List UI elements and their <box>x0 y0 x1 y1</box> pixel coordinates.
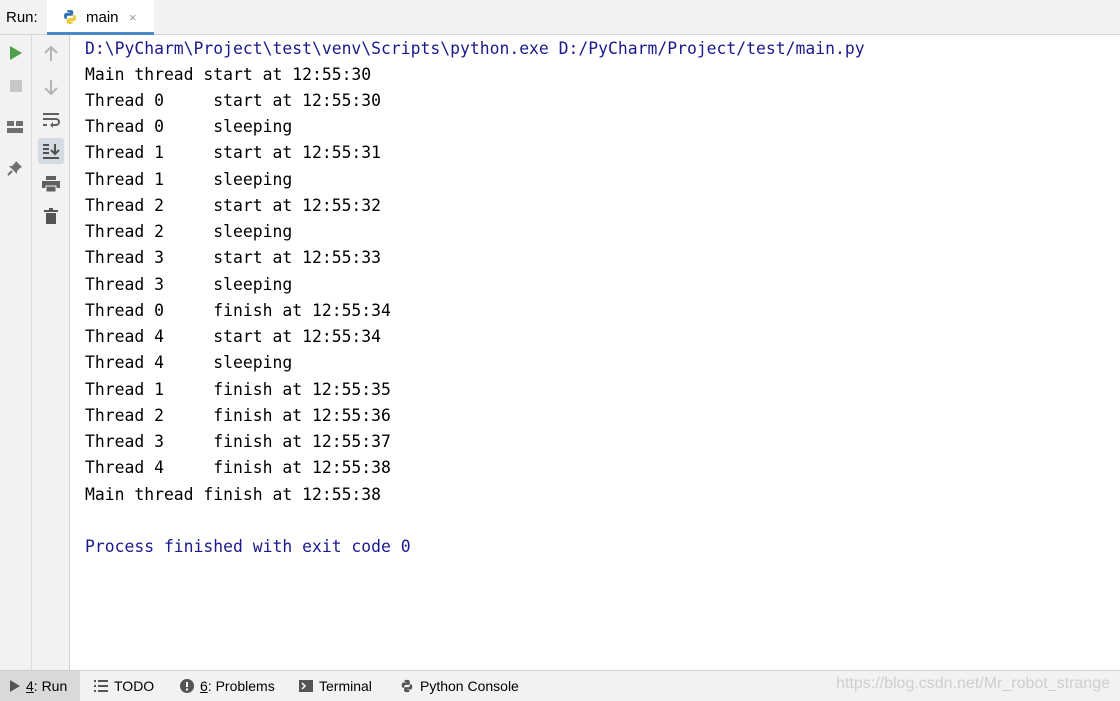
console-command-line: D:\PyCharm\Project\test\venv\Scripts\pyt… <box>85 39 865 58</box>
console-line: Thread 4 sleeping <box>85 353 293 372</box>
tab-run[interactable]: 4: Run <box>0 671 80 701</box>
scroll-to-end-icon[interactable] <box>38 138 64 164</box>
tab-main[interactable]: main × <box>47 0 154 35</box>
tab-problems-label: : Problems <box>207 678 275 694</box>
run-tool-header: Run: main × <box>0 0 1120 35</box>
layout-icon[interactable] <box>2 114 28 140</box>
list-icon <box>94 680 108 692</box>
console-line: Thread 2 start at 12:55:32 <box>85 196 382 215</box>
print-icon[interactable] <box>38 171 64 197</box>
stop-icon[interactable] <box>3 73 29 99</box>
console-line: Thread 3 start at 12:55:33 <box>85 248 382 267</box>
console-line: Thread 1 finish at 12:55:35 <box>85 380 391 399</box>
console-line: Thread 1 start at 12:55:31 <box>85 143 382 162</box>
python-icon <box>400 679 414 693</box>
close-icon[interactable]: × <box>129 10 137 25</box>
run-actions-toolbar <box>0 35 32 670</box>
tab-problems[interactable]: 6: Problems <box>180 671 275 701</box>
console-line: Thread 0 finish at 12:55:34 <box>85 301 391 320</box>
console-line: Thread 2 sleeping <box>85 222 293 241</box>
tab-run-label: : Run <box>33 678 68 694</box>
trash-icon[interactable] <box>38 203 64 229</box>
process-finished-line: Process finished with exit code 0 <box>85 537 411 556</box>
arrow-down-icon[interactable] <box>38 74 64 100</box>
info-icon <box>180 679 194 693</box>
tab-todo-label: TODO <box>114 678 155 694</box>
tab-run-number: 4 <box>26 678 34 694</box>
console-line: Thread 1 sleeping <box>85 170 293 189</box>
run-icon[interactable] <box>3 40 29 66</box>
console-line: Thread 4 start at 12:55:34 <box>85 327 382 346</box>
terminal-icon <box>299 680 313 692</box>
run-label: Run: <box>6 9 38 26</box>
tool-window-bar: 4: Run TODO 6: Problems Terminal Python … <box>0 670 1120 701</box>
tab-problems-number: 6 <box>200 678 208 694</box>
tab-main-label: main <box>86 9 119 26</box>
tab-todo[interactable]: TODO <box>94 671 154 701</box>
tab-python-console[interactable]: Python Console <box>400 671 519 701</box>
pin-icon[interactable] <box>2 155 28 181</box>
tab-terminal[interactable]: Terminal <box>299 671 372 701</box>
console-line: Thread 3 finish at 12:55:37 <box>85 432 391 451</box>
console-line: Thread 4 finish at 12:55:38 <box>85 458 391 477</box>
run-tri-icon <box>10 680 20 692</box>
arrow-up-icon[interactable] <box>38 41 64 67</box>
console-line: Thread 2 finish at 12:55:36 <box>85 406 391 425</box>
console-line: Thread 0 start at 12:55:30 <box>85 91 382 110</box>
console-line: Main thread start at 12:55:30 <box>85 65 372 84</box>
console-line: Thread 0 sleeping <box>85 117 293 136</box>
tab-terminal-label: Terminal <box>319 678 372 694</box>
python-icon <box>62 9 78 25</box>
soft-wrap-icon[interactable] <box>38 107 64 133</box>
console-line: Main thread finish at 12:55:38 <box>85 485 382 504</box>
console-output[interactable]: D:\PyCharm\Project\test\venv\Scripts\pyt… <box>71 35 1120 670</box>
tab-python-console-label: Python Console <box>420 678 519 694</box>
console-line: Thread 3 sleeping <box>85 275 293 294</box>
console-actions-toolbar <box>32 35 70 670</box>
watermark: https://blog.csdn.net/Mr_robot_strange <box>836 675 1110 692</box>
